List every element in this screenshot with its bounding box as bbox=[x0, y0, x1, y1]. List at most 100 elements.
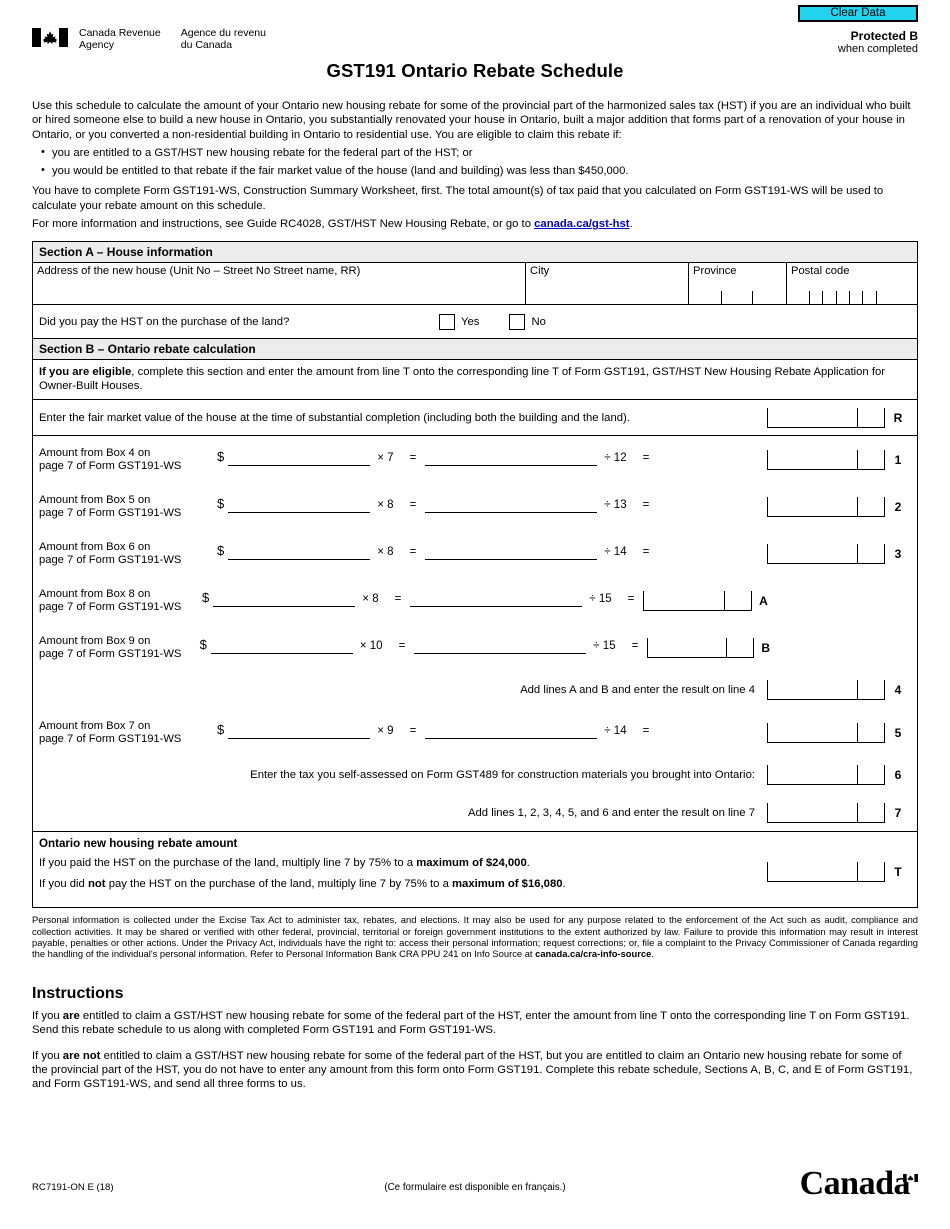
dollar-sign: $ bbox=[217, 496, 225, 512]
calc-row-1-equals-2: = bbox=[642, 452, 650, 465]
province-character-cells bbox=[721, 291, 782, 305]
hst-no-label: No bbox=[531, 315, 546, 328]
line-tag-2: 2 bbox=[894, 499, 902, 514]
instructions-paragraph-2: If you are not entitled to claim a GST/H… bbox=[32, 1049, 913, 1091]
protected-b-notice: Protected B when completed bbox=[838, 30, 918, 56]
dollar-sign: $ bbox=[199, 637, 207, 653]
calc-row-1: Amount from Box 4 on page 7 of Form GST1… bbox=[33, 436, 917, 483]
calc-row-b-equals-1: = bbox=[398, 640, 406, 653]
instructions-paragraph-1: If you are entitled to claim a GST/HST n… bbox=[32, 1010, 910, 1037]
add-lines-ab-input[interactable] bbox=[767, 680, 885, 701]
calc-row-a-result-input[interactable] bbox=[643, 590, 752, 611]
calc-row-5-divisor: ÷ 14 bbox=[604, 725, 627, 738]
info-source-link-text: canada.ca/cra-info-source bbox=[535, 947, 652, 959]
calc-row-a-equals-2: = bbox=[627, 593, 635, 606]
line-tag-3: 3 bbox=[894, 546, 902, 561]
calc-row-3-amount-input[interactable] bbox=[228, 545, 371, 561]
fair-market-value-input[interactable] bbox=[767, 407, 885, 428]
hst-land-question-label: Did you pay the HST on the purchase of t… bbox=[39, 315, 290, 328]
calc-row-1-result-input[interactable] bbox=[767, 449, 885, 470]
canada-flag-icon bbox=[32, 28, 68, 47]
calc-row-a: Amount from Box 8 on page 7 of Form GST1… bbox=[33, 577, 917, 624]
rebate-amount-heading: Ontario new housing rebate amount bbox=[39, 837, 238, 851]
hst-yes-label: Yes bbox=[461, 315, 480, 328]
calc-row-1-divisor: ÷ 12 bbox=[604, 452, 627, 465]
instructions-heading: Instructions bbox=[32, 985, 124, 1003]
intro-paragraph-1: Use this schedule to calculate the amoun… bbox=[32, 100, 911, 141]
line-tag-7: 7 bbox=[894, 805, 902, 820]
calc-row-1-label: Amount from Box 4 on page 7 of Form GST1… bbox=[39, 446, 182, 472]
calc-row-5-amount-input[interactable] bbox=[228, 724, 371, 740]
clear-data-button[interactable]: Clear Data bbox=[798, 5, 918, 22]
calc-row-2-result-input[interactable] bbox=[767, 496, 885, 517]
calc-row-a-label: Amount from Box 8 on page 7 of Form GST1… bbox=[39, 587, 182, 613]
calc-row-a-operator: × 8 bbox=[362, 593, 379, 606]
canada-wordmark: Canada bbox=[800, 1167, 918, 1201]
calc-row-5-result-input[interactable] bbox=[767, 722, 885, 743]
calc-row-5-equals-1: = bbox=[409, 725, 417, 738]
calc-row-a-product-input[interactable] bbox=[410, 592, 583, 608]
eligible-bold-text: If you are eligible bbox=[39, 366, 132, 379]
calc-row-b-result-input[interactable] bbox=[647, 637, 754, 658]
calc-row-a-divisor: ÷ 15 bbox=[589, 593, 612, 606]
fair-market-value-row: Enter the fair market value of the house… bbox=[33, 400, 917, 437]
intro-block: Use this schedule to calculate the amoun… bbox=[32, 99, 918, 231]
section-a-heading: Section A – House information bbox=[33, 242, 917, 264]
calc-row-3-result-input[interactable] bbox=[767, 543, 885, 564]
province-label: Province bbox=[693, 265, 737, 278]
city-label: City bbox=[530, 265, 550, 278]
postal-character-cells bbox=[809, 291, 889, 305]
province-field[interactable]: Province bbox=[689, 263, 787, 305]
protected-b-sublabel: when completed bbox=[837, 43, 918, 55]
calc-row-2-equals-1: = bbox=[409, 499, 417, 512]
line-tag-5: 5 bbox=[894, 725, 902, 740]
calc-row-3-divisor: ÷ 14 bbox=[604, 546, 627, 559]
postal-code-field[interactable]: Postal code bbox=[787, 263, 917, 305]
section-b-eligibility-note: If you are eligible, complete this secti… bbox=[33, 360, 917, 401]
dollar-sign: $ bbox=[217, 543, 225, 559]
line-tag-b: B bbox=[761, 640, 771, 655]
hst-no-checkbox[interactable] bbox=[509, 313, 526, 330]
canada-flag-icon bbox=[903, 1173, 918, 1182]
calc-row-b-amount-input[interactable] bbox=[210, 639, 353, 655]
calc-row-5: Amount from Box 7 on page 7 of Form GST1… bbox=[33, 709, 917, 756]
line-tag-1: 1 bbox=[894, 452, 902, 467]
hst-yes-option[interactable]: Yes bbox=[439, 313, 480, 330]
self-assessed-input[interactable] bbox=[767, 765, 885, 786]
line-tag-r: R bbox=[893, 410, 903, 425]
calc-row-1-product-input[interactable] bbox=[425, 451, 598, 467]
rebate-total-input[interactable] bbox=[767, 862, 885, 883]
hst-yes-checkbox[interactable] bbox=[439, 313, 455, 330]
calc-row-5-product-input[interactable] bbox=[425, 724, 598, 740]
gst-hst-link[interactable]: canada.ca/gst-hst bbox=[534, 218, 629, 230]
calc-row-a-amount-input[interactable] bbox=[213, 592, 356, 608]
calc-row-b: Amount from Box 9 on page 7 of Form GST1… bbox=[33, 624, 917, 671]
cra-name-french: Agence du revenu du Canada bbox=[180, 27, 266, 51]
calc-row-2-product-input[interactable] bbox=[425, 498, 598, 514]
calc-row-a-equals-1: = bbox=[394, 593, 402, 606]
calc-row-2: Amount from Box 5 on page 7 of Form GST1… bbox=[33, 483, 917, 530]
calc-row-b-product-input[interactable] bbox=[414, 639, 587, 655]
add-lines-ab-row: Add lines A and B and enter the result o… bbox=[33, 671, 917, 709]
list-item: you are entitled to a GST/HST new housin… bbox=[41, 145, 918, 160]
eligibility-bullets: you are entitled to a GST/HST new housin… bbox=[32, 145, 918, 179]
address-field[interactable]: Address of the new house (Unit No – Stre… bbox=[33, 263, 526, 305]
privacy-notice: Personal information is collected under … bbox=[32, 914, 918, 959]
dollar-sign: $ bbox=[217, 449, 225, 465]
city-field[interactable]: City bbox=[526, 263, 689, 305]
address-row: Address of the new house (Unit No – Stre… bbox=[33, 263, 917, 306]
postal-code-label: Postal code bbox=[791, 265, 850, 278]
cra-wordmark: Canada Revenue Agency Agence du revenu d… bbox=[32, 27, 266, 51]
hst-no-option[interactable]: No bbox=[509, 313, 546, 330]
calc-row-2-divisor: ÷ 13 bbox=[604, 499, 627, 512]
line-tag-4: 4 bbox=[894, 683, 902, 698]
self-assessed-label: Enter the tax you self-assessed on Form … bbox=[250, 769, 755, 782]
calc-row-2-label: Amount from Box 5 on page 7 of Form GST1… bbox=[39, 493, 182, 519]
calc-row-2-operator: × 8 bbox=[377, 499, 394, 512]
intro-paragraph-2: You have to complete Form GST191-WS, Con… bbox=[32, 185, 884, 212]
add-all-lines-input[interactable] bbox=[767, 802, 885, 823]
form-page: Clear Data Protected B when completed Ca… bbox=[0, 0, 950, 1229]
calc-row-1-amount-input[interactable] bbox=[228, 451, 371, 467]
calc-row-2-amount-input[interactable] bbox=[228, 498, 371, 514]
calc-row-3-product-input[interactable] bbox=[425, 545, 598, 561]
